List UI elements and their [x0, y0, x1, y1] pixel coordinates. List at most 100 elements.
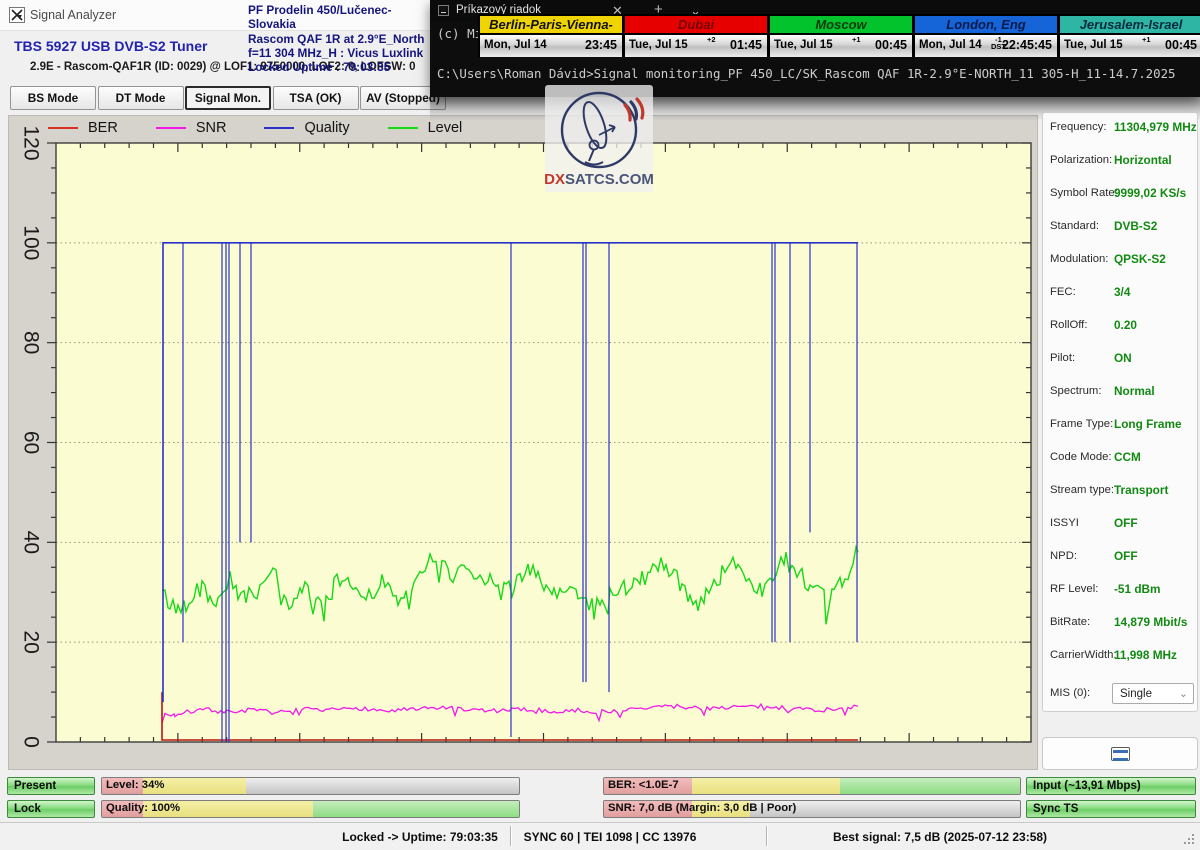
statusbar-divider [510, 826, 511, 846]
terminal-copyright-line: (c) Mi [437, 26, 482, 41]
app-icon [9, 7, 25, 23]
clock-city: Berlin-Paris-Vienna-Roma [480, 16, 622, 35]
param-label: Symbol Rate: [1050, 187, 1118, 199]
chevron-down-icon: ⌄ [1179, 684, 1188, 704]
tab-bs-mode[interactable]: BS Mode [10, 86, 96, 110]
statusbar-divider [766, 826, 767, 846]
status-pill-right: Input (~13,91 Mbps) [1026, 777, 1196, 795]
clock-date: Mon, Jul 14 [919, 39, 982, 51]
y-axis-label: 40 [19, 531, 42, 554]
param-label: CarrierWidth: [1050, 649, 1117, 661]
bar-segment-green [840, 778, 1021, 794]
param-label: Frame Type: [1050, 418, 1113, 430]
param-label: RF Level: [1050, 583, 1098, 595]
statusbar-section: Best signal: 7,5 dB (2025-07-12 23:58) [833, 830, 1047, 844]
param-value: OFF [1114, 549, 1138, 563]
param-label: NPD: [1050, 550, 1077, 562]
param-value: OFF [1114, 516, 1138, 530]
clock-date: Tue, Jul 15 [629, 39, 688, 51]
param-label: FEC: [1050, 286, 1076, 298]
statusbar-section: Locked -> Uptime: 79:03:35 [342, 830, 498, 844]
clock-date: Tue, Jul 15 [1064, 39, 1123, 51]
transponder-info-block: PF Prodelin 450/Lučenec-SlovakiaRascom Q… [248, 3, 433, 74]
param-label: Code Mode: [1050, 451, 1112, 463]
world-clock: Jerusalem-Israel Tue, Jul 15 +1 00:45 [1058, 14, 1200, 57]
bar-label: Level: 34% [106, 779, 164, 791]
param-label: Polarization: [1050, 154, 1112, 166]
clock-utc-offset: +2 [707, 36, 716, 43]
status-pill-present: Present [7, 777, 95, 795]
transponder-info-line: PF Prodelin 450/Lučenec-Slovakia [248, 3, 433, 32]
clock-time: 00:45 [875, 38, 907, 52]
app-title: Signal Analyzer [30, 8, 116, 22]
mis-label: MIS (0): [1050, 687, 1090, 699]
svg-text:DXSATCS.COM: DXSATCS.COM [545, 171, 653, 188]
param-value: Transport [1114, 483, 1168, 497]
world-clock: Moscow Tue, Jul 15 +1 00:45 [768, 14, 913, 57]
tab-tsa-ok-[interactable]: TSA (OK) [273, 86, 359, 110]
transponder-info-line: f=11 304 MHz_H : Vicus Luxlink [248, 46, 433, 60]
clock-city: Jerusalem-Israel [1060, 16, 1200, 35]
signal-bar: BER: <1.0E-7 [603, 777, 1021, 795]
signal-bar: SNR: 7,0 dB (Margin: 3,0 dB | Poor) [603, 800, 1021, 818]
status-pill-lock: Lock [7, 800, 95, 818]
y-axis-label: 100 [19, 225, 42, 260]
y-axis-label: 0 [19, 736, 42, 748]
signal-bar: Quality: 100% [101, 800, 520, 818]
panel-bottom-button[interactable] [1042, 737, 1198, 770]
clock-time-row: Tue, Jul 15 +1 00:45 [1060, 35, 1200, 57]
y-axis-label: 20 [19, 630, 42, 653]
bar-label: BER: <1.0E-7 [608, 779, 679, 791]
param-label: Pilot: [1050, 352, 1075, 364]
param-value: 0.20 [1114, 318, 1137, 332]
clock-time-row: Mon, Jul 14 23:45 [480, 35, 622, 57]
clock-time: 22:45:45 [1002, 38, 1052, 52]
world-clocks: Berlin-Paris-Vienna-Roma Mon, Jul 14 23:45… [478, 14, 1200, 57]
terminal-prompt-line[interactable]: C:\Users\Roman Dávid>Signal monitoring_P… [437, 66, 1197, 81]
param-label: Frequency: [1050, 121, 1107, 133]
signal-bar: Level: 34% [101, 777, 520, 795]
param-value: ON [1114, 351, 1132, 365]
param-value: CCM [1114, 450, 1141, 464]
param-value: 3/4 [1114, 285, 1130, 299]
statusbar-section: SYNC 60 | TEI 1098 | CC 13976 [524, 830, 697, 844]
clock-time-row: Tue, Jul 15 +1 00:45 [770, 35, 912, 57]
y-axis-label: 60 [19, 431, 42, 454]
tab-dt-mode[interactable]: DT Mode [98, 86, 184, 110]
mis-dropdown[interactable]: Single⌄ [1112, 683, 1194, 704]
clock-utc-offset: +1 [852, 36, 861, 43]
tab-signal-mon-[interactable]: Signal Mon. [185, 86, 271, 110]
world-clock: Dubai Tue, Jul 15 +2 01:45 [623, 14, 768, 57]
y-axis-label: 120 [19, 125, 42, 160]
param-value: 9999,02 KS/s [1114, 186, 1186, 200]
clock-city: Dubai [625, 16, 767, 35]
bar-segment-yellow [692, 778, 840, 794]
param-label: BitRate: [1050, 616, 1090, 628]
resize-grip[interactable] [1184, 834, 1196, 846]
clock-time: 23:45 [585, 38, 617, 52]
clock-city: Moscow [770, 16, 912, 35]
cmd-icon [438, 5, 449, 16]
transponder-info-line: Locked Uptime : 79:03:35 [248, 60, 433, 74]
clock-time: 01:45 [730, 38, 762, 52]
clock-date: Tue, Jul 15 [774, 39, 833, 51]
bar-label: Quality: 100% [106, 802, 180, 814]
clock-date: Mon, Jul 14 [484, 39, 547, 51]
param-value: Long Frame [1114, 417, 1182, 431]
satellite-dish-logo-graphic: DXSATCS.COM [545, 85, 653, 192]
param-label: RollOff: [1050, 319, 1087, 331]
dxsatcs-logo: DXSATCS.COM [545, 85, 653, 192]
param-label: Modulation: [1050, 253, 1108, 265]
clock-time: 00:45 [1165, 38, 1197, 52]
param-value: Horizontal [1114, 153, 1172, 167]
tuner-title: TBS 5927 USB DVB-S2 Tuner [14, 38, 207, 54]
param-value: -51 dBm [1114, 582, 1161, 596]
clock-time-row: Tue, Jul 15 +2 01:45 [625, 35, 767, 57]
signal-monitor-chart: 020406080100120 [8, 115, 1038, 770]
world-clock: London, EngMon, Jul 14-1DST22:45:45 [913, 14, 1058, 57]
param-value: 14,879 Mbit/s [1114, 615, 1187, 629]
clock-utc-offset: +1 [1142, 36, 1151, 43]
param-label: Stream type: [1050, 484, 1114, 496]
param-value: 11,998 MHz [1114, 648, 1177, 662]
bar-label: SNR: 7,0 dB (Margin: 3,0 dB | Poor) [608, 802, 796, 814]
